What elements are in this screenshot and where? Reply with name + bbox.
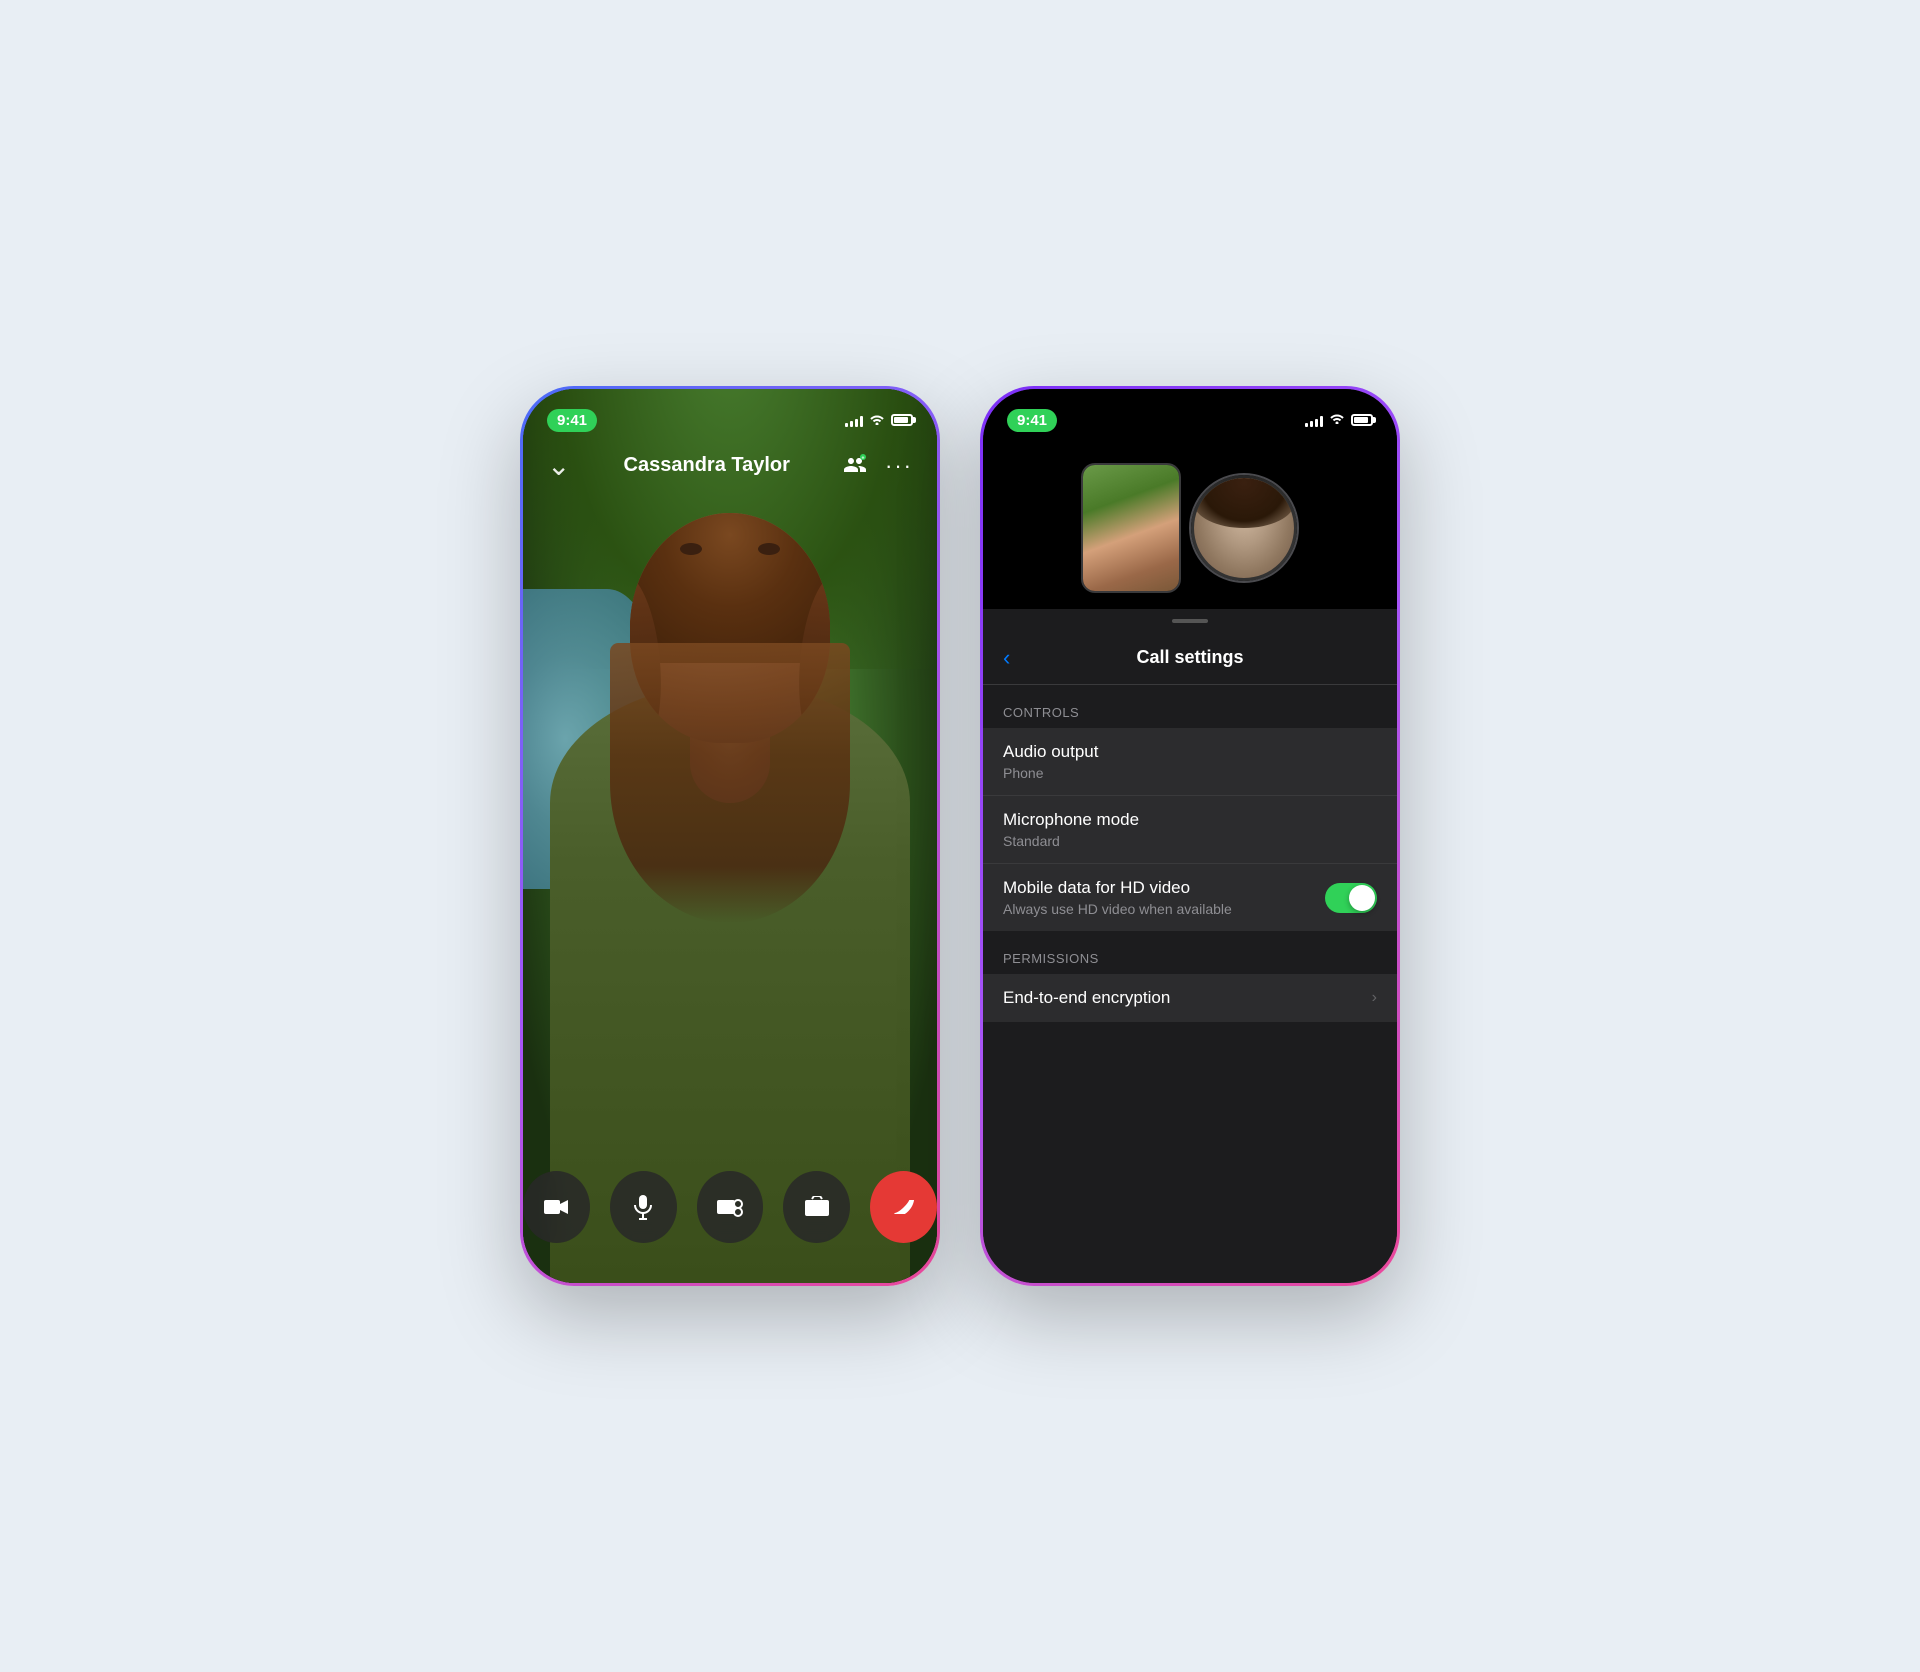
call-thumbnails xyxy=(1081,463,1299,593)
thumbnail-1 xyxy=(1081,463,1181,593)
microphone-mode-subtitle: Standard xyxy=(1003,833,1139,849)
permissions-group: End-to-end encryption › xyxy=(983,974,1397,1022)
left-phone-inner: 9:41 xyxy=(523,389,937,1283)
audio-output-subtitle: Phone xyxy=(1003,765,1098,781)
chevron-right-icon: › xyxy=(1372,989,1377,1007)
toggle-knob xyxy=(1349,885,1375,911)
sheet-title: Call settings xyxy=(1136,647,1243,668)
hd-video-title: Mobile data for HD video xyxy=(1003,878,1232,898)
right-phone-inner: 9:41 xyxy=(983,389,1397,1283)
encryption-row[interactable]: End-to-end encryption › xyxy=(983,974,1397,1022)
battery-icon-right xyxy=(1351,414,1373,426)
signal-icon-left xyxy=(845,413,863,427)
microphone-mode-title: Microphone mode xyxy=(1003,810,1139,830)
drag-indicator xyxy=(1172,619,1208,623)
signal-icon-right xyxy=(1305,413,1323,427)
encryption-text: End-to-end encryption xyxy=(1003,988,1170,1008)
add-person-icon[interactable]: + xyxy=(843,453,867,478)
permissions-section-label: Permissions xyxy=(983,931,1397,974)
microphone-mode-text: Microphone mode Standard xyxy=(1003,810,1139,849)
encryption-chevron-container: › xyxy=(1372,989,1377,1007)
status-bar-right: 9:41 xyxy=(983,389,1397,439)
microphone-mode-row[interactable]: Microphone mode Standard xyxy=(983,796,1397,864)
effects-button[interactable] xyxy=(697,1171,764,1243)
status-icons-left xyxy=(845,412,913,428)
thumbnail-2 xyxy=(1189,473,1299,583)
wifi-icon-left xyxy=(869,412,885,428)
flip-camera-button[interactable] xyxy=(783,1171,850,1243)
right-phone-frame: 9:41 xyxy=(980,386,1400,1286)
sheet-header: ‹ Call settings xyxy=(983,631,1397,685)
video-button[interactable] xyxy=(523,1171,590,1243)
audio-output-text: Audio output Phone xyxy=(1003,742,1098,781)
end-call-button[interactable] xyxy=(870,1171,937,1243)
audio-output-title: Audio output xyxy=(1003,742,1098,762)
hd-video-text: Mobile data for HD video Always use HD v… xyxy=(1003,878,1232,917)
time-right: 9:41 xyxy=(1007,409,1057,432)
encryption-title: End-to-end encryption xyxy=(1003,988,1170,1008)
call-header: ⌄ Cassandra Taylor + ··· xyxy=(523,441,937,490)
controls-group: Audio output Phone Microphone mode Stand… xyxy=(983,728,1397,931)
app-container: 9:41 xyxy=(520,386,1400,1286)
mic-button[interactable] xyxy=(610,1171,677,1243)
sheet-drag-area xyxy=(983,609,1397,631)
audio-output-row[interactable]: Audio output Phone xyxy=(983,728,1397,796)
call-controls xyxy=(523,1171,937,1243)
status-bar-left: 9:41 xyxy=(523,389,937,439)
hd-video-toggle[interactable] xyxy=(1325,883,1377,913)
hd-video-toggle-container xyxy=(1325,883,1377,913)
settings-sheet: ‹ Call settings Controls Audio output Ph… xyxy=(983,631,1397,1283)
status-icons-right xyxy=(1305,411,1373,429)
caller-name: Cassandra Taylor xyxy=(624,454,790,477)
call-action-buttons: + ··· xyxy=(843,453,913,479)
wifi-icon-right xyxy=(1329,411,1345,429)
hd-video-subtitle: Always use HD video when available xyxy=(1003,901,1232,917)
more-options-icon[interactable]: ··· xyxy=(885,453,913,479)
call-photos-area: 9:41 xyxy=(983,389,1397,609)
call-background xyxy=(523,389,937,1283)
back-button[interactable]: ‹ xyxy=(1003,645,1010,671)
svg-text:+: + xyxy=(862,456,865,462)
hd-video-row[interactable]: Mobile data for HD video Always use HD v… xyxy=(983,864,1397,931)
controls-section-label: Controls xyxy=(983,685,1397,728)
battery-icon-left xyxy=(891,414,913,426)
time-left: 9:41 xyxy=(547,409,597,432)
left-phone-frame: 9:41 xyxy=(520,386,940,1286)
back-icon[interactable]: ⌄ xyxy=(547,449,570,482)
